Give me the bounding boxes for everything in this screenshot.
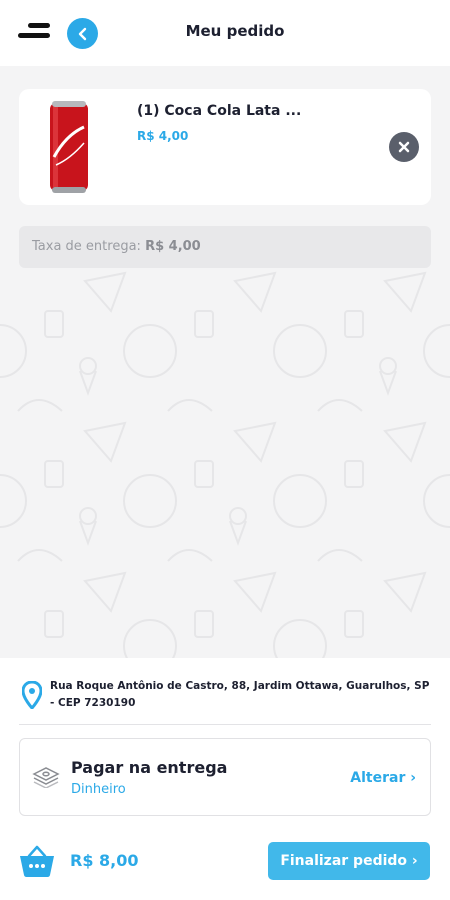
checkout-panel: Rua Roque Antônio de Castro, 88, Jardim … (0, 658, 450, 900)
delivery-fee-value: R$ 4,00 (145, 239, 201, 254)
coca-cola-can-image (50, 101, 88, 193)
remove-item-button[interactable] (389, 132, 419, 162)
page-title: Meu pedido (185, 22, 285, 40)
payment-method: Dinheiro (71, 782, 126, 797)
finalize-order-button[interactable]: Finalizar pedido › (268, 842, 430, 880)
delivery-address[interactable]: Rua Roque Antônio de Castro, 88, Jardim … (50, 678, 436, 712)
cart-item-card: (1) Coca Cola Lata ... R$ 4,00 (19, 89, 431, 205)
change-payment-link[interactable]: Alterar › (350, 770, 416, 786)
payment-title: Pagar na entrega (71, 758, 228, 777)
cash-icon (32, 767, 60, 788)
payment-method-card[interactable]: Pagar na entrega Dinheiro Alterar › (19, 738, 431, 816)
delivery-fee-bar: Taxa de entrega: R$ 4,00 (19, 226, 431, 268)
location-pin-icon (22, 681, 42, 709)
order-total: R$ 8,00 (70, 851, 139, 870)
divider (19, 724, 431, 725)
basket-icon (20, 845, 54, 877)
item-name: (1) Coca Cola Lata ... (137, 103, 302, 119)
delivery-fee-label: Taxa de entrega: (32, 239, 141, 254)
app-header: Meu pedido (0, 0, 450, 66)
item-price: R$ 4,00 (137, 129, 189, 143)
close-icon (398, 141, 410, 153)
